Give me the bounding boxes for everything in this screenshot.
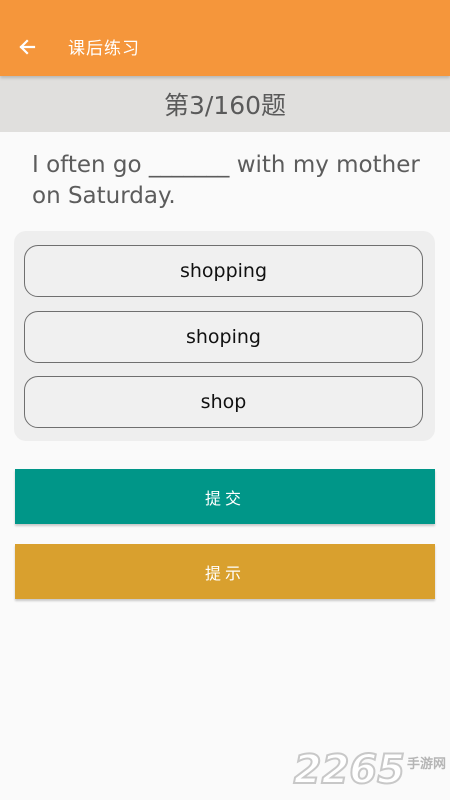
option-shopping[interactable]: shopping [24,245,423,297]
page-title: 课后练习 [68,39,140,59]
question-text: I often go _______ with my mother on Sat… [32,152,420,209]
question-counter: 第3/160题 [163,91,287,120]
watermark: 2265 手游网 [293,747,446,793]
options-panel: shopping shoping shop [14,231,435,441]
option-shoping[interactable]: shoping [24,311,423,363]
app-bar: 课后练习 [0,0,450,76]
arrow-left-icon [19,39,36,55]
option-shop[interactable]: shop [24,376,423,428]
watermark-number: 2265 [293,747,406,793]
question-progress-bar: 第3/160题 [0,76,450,132]
hint-button[interactable]: 提示 [15,544,435,599]
submit-button[interactable]: 提交 [15,469,435,524]
watermark-text: 手游网 [406,757,446,772]
back-button[interactable] [10,30,44,64]
